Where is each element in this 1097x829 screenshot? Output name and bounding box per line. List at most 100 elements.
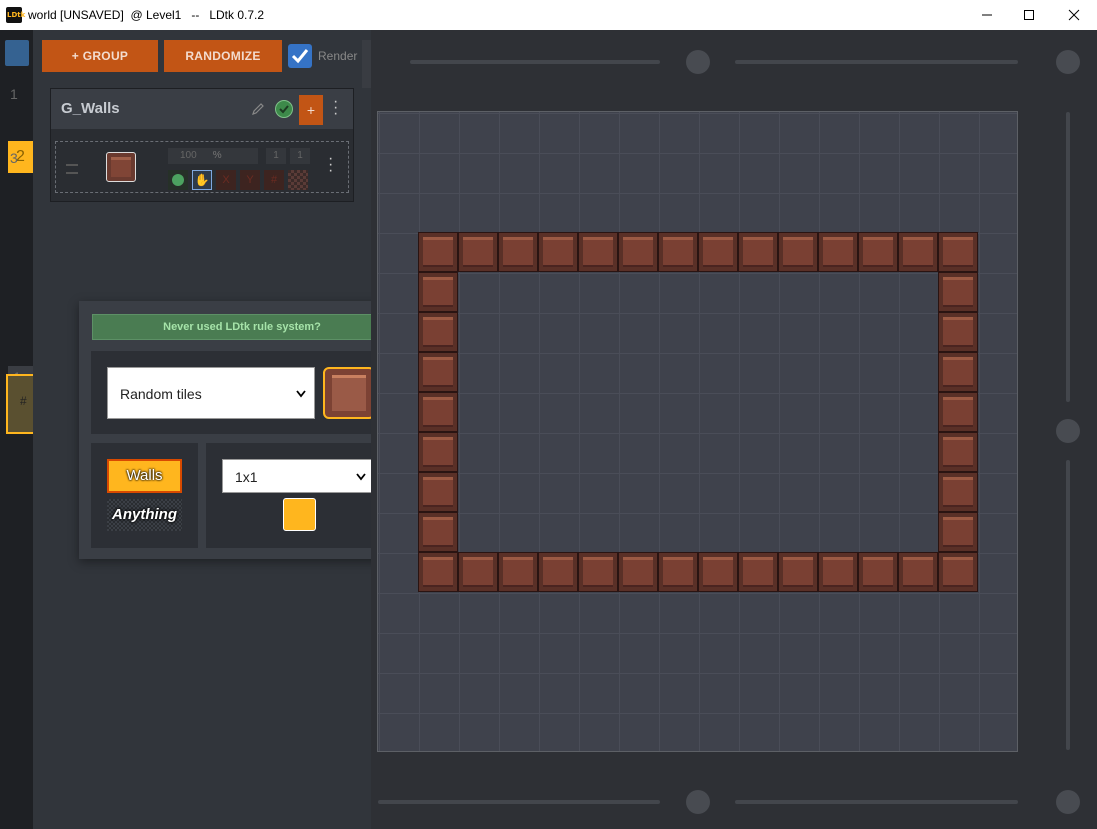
wall-tile: [898, 552, 938, 592]
rule-system-help-button[interactable]: Never used LDtk rule system?: [92, 314, 392, 340]
resize-handle[interactable]: [686, 50, 710, 74]
drag-handle-icon[interactable]: [66, 164, 78, 174]
wall-tile: [458, 232, 498, 272]
chevron-down-icon: [356, 473, 366, 481]
layer-number[interactable]: 1: [10, 86, 18, 102]
rule-row[interactable]: 100% 1 1 ✋ X Y # · · ·: [55, 141, 349, 193]
resize-handle[interactable]: [1056, 790, 1080, 814]
walls-value-button[interactable]: Walls: [107, 459, 182, 493]
world-track: [1066, 460, 1070, 750]
anything-value-button[interactable]: Anything: [107, 499, 182, 531]
flip-y-toggle[interactable]: Y: [240, 170, 260, 190]
wall-tile: [938, 552, 978, 592]
chevron-down-icon: [296, 390, 306, 398]
world-track: [735, 60, 1018, 64]
wall-tile: [578, 232, 618, 272]
wall-tile: [498, 552, 538, 592]
flip-x-toggle[interactable]: X: [216, 170, 236, 190]
chance-field[interactable]: 100%: [168, 148, 258, 164]
window-titlebar: LDtk world [UNSAVED] @ Level1 -- LDtk 0.…: [0, 0, 1097, 30]
resize-handle[interactable]: [686, 790, 710, 814]
pattern-size-select[interactable]: 1x1: [222, 459, 375, 493]
rule-group: G_Walls + · · · 100% 1 1 ✋ X Y # · · ·: [50, 88, 354, 202]
world-track: [1066, 112, 1070, 402]
group-enabled-toggle[interactable]: [275, 100, 293, 118]
wall-tile: [858, 232, 898, 272]
wall-tile: [698, 552, 738, 592]
window-title: world [UNSAVED] @ Level1 -- LDtk 0.7.2: [28, 8, 265, 22]
render-label: Render: [318, 49, 358, 63]
wall-tile: [618, 232, 658, 272]
wall-tile: [818, 232, 858, 272]
wall-tile: [698, 232, 738, 272]
maximize-icon: [1024, 10, 1034, 20]
size-section: 1x1: [206, 443, 391, 548]
wall-tile: [538, 232, 578, 272]
rule-group-header[interactable]: G_Walls + · · ·: [51, 89, 353, 129]
world-track: [735, 800, 1018, 804]
group-menu-icon[interactable]: · · ·: [333, 94, 338, 122]
wall-tile: [778, 552, 818, 592]
hand-icon[interactable]: ✋: [192, 170, 212, 190]
level-grid[interactable]: [377, 111, 1018, 752]
wall-tile: [538, 552, 578, 592]
wall-tile: [938, 472, 978, 512]
rule-editor-popup: Never used LDtk rule system? Random tile…: [79, 301, 404, 560]
layers-strip: 1 2 3 1 #: [0, 30, 35, 829]
check-icon: [172, 174, 184, 186]
minimize-icon: [982, 14, 992, 16]
wall-tile: [938, 352, 978, 392]
checkmark-icon: [291, 49, 309, 64]
ldtk-app-icon: LDtk: [6, 7, 25, 23]
wall-tile: [418, 432, 458, 472]
resize-handle[interactable]: [1056, 419, 1080, 443]
render-checkbox[interactable]: [288, 44, 312, 68]
resize-handle[interactable]: [1056, 50, 1080, 74]
wall-tile: [938, 232, 978, 272]
wall-tile: [738, 552, 778, 592]
close-window-button[interactable]: [1051, 0, 1097, 30]
wall-tile: [418, 392, 458, 432]
minimize-button[interactable]: [964, 0, 1010, 30]
stamp-toggle[interactable]: #: [264, 170, 284, 190]
wall-tile: [938, 392, 978, 432]
maximize-button[interactable]: [1006, 0, 1052, 30]
folder-icon[interactable]: [5, 40, 29, 66]
group-name[interactable]: G_Walls: [61, 100, 120, 117]
wall-tile: [658, 552, 698, 592]
wall-tile: [618, 552, 658, 592]
randomize-button[interactable]: RANDOMIZE: [164, 40, 282, 72]
wall-tile: [418, 512, 458, 552]
wall-tile: [418, 552, 458, 592]
pattern-cell[interactable]: [283, 498, 316, 531]
pencil-icon[interactable]: [251, 102, 265, 121]
wall-tile: [458, 552, 498, 592]
wall-tile: [938, 512, 978, 552]
wall-tile: [738, 232, 778, 272]
values-section: Walls Anything: [91, 443, 198, 548]
layer-number[interactable]: 3: [10, 150, 18, 166]
add-rule-button[interactable]: +: [299, 95, 323, 125]
wall-tile: [418, 232, 458, 272]
wall-tile: [938, 272, 978, 312]
strip-card[interactable]: #: [6, 374, 35, 434]
checker-icon[interactable]: [288, 170, 308, 190]
rule-menu-icon[interactable]: · · ·: [328, 151, 333, 179]
size-x-field[interactable]: 1: [266, 148, 286, 164]
world-track: [410, 60, 660, 64]
wall-tile: [418, 352, 458, 392]
tile-preview[interactable]: [323, 367, 375, 419]
rule-active-toggle[interactable]: [168, 170, 188, 190]
wall-tile: [418, 312, 458, 352]
wall-tile: [818, 552, 858, 592]
rule-tile-preview[interactable]: [106, 152, 136, 182]
add-group-button[interactable]: + GROUP: [42, 40, 158, 72]
world-track: [378, 800, 660, 804]
wall-tile: [858, 552, 898, 592]
wall-tile: [778, 232, 818, 272]
check-icon: [279, 105, 289, 114]
mode-select[interactable]: Random tiles: [107, 367, 315, 419]
wall-tile: [498, 232, 538, 272]
wall-tile: [418, 272, 458, 312]
size-y-field[interactable]: 1: [290, 148, 310, 164]
